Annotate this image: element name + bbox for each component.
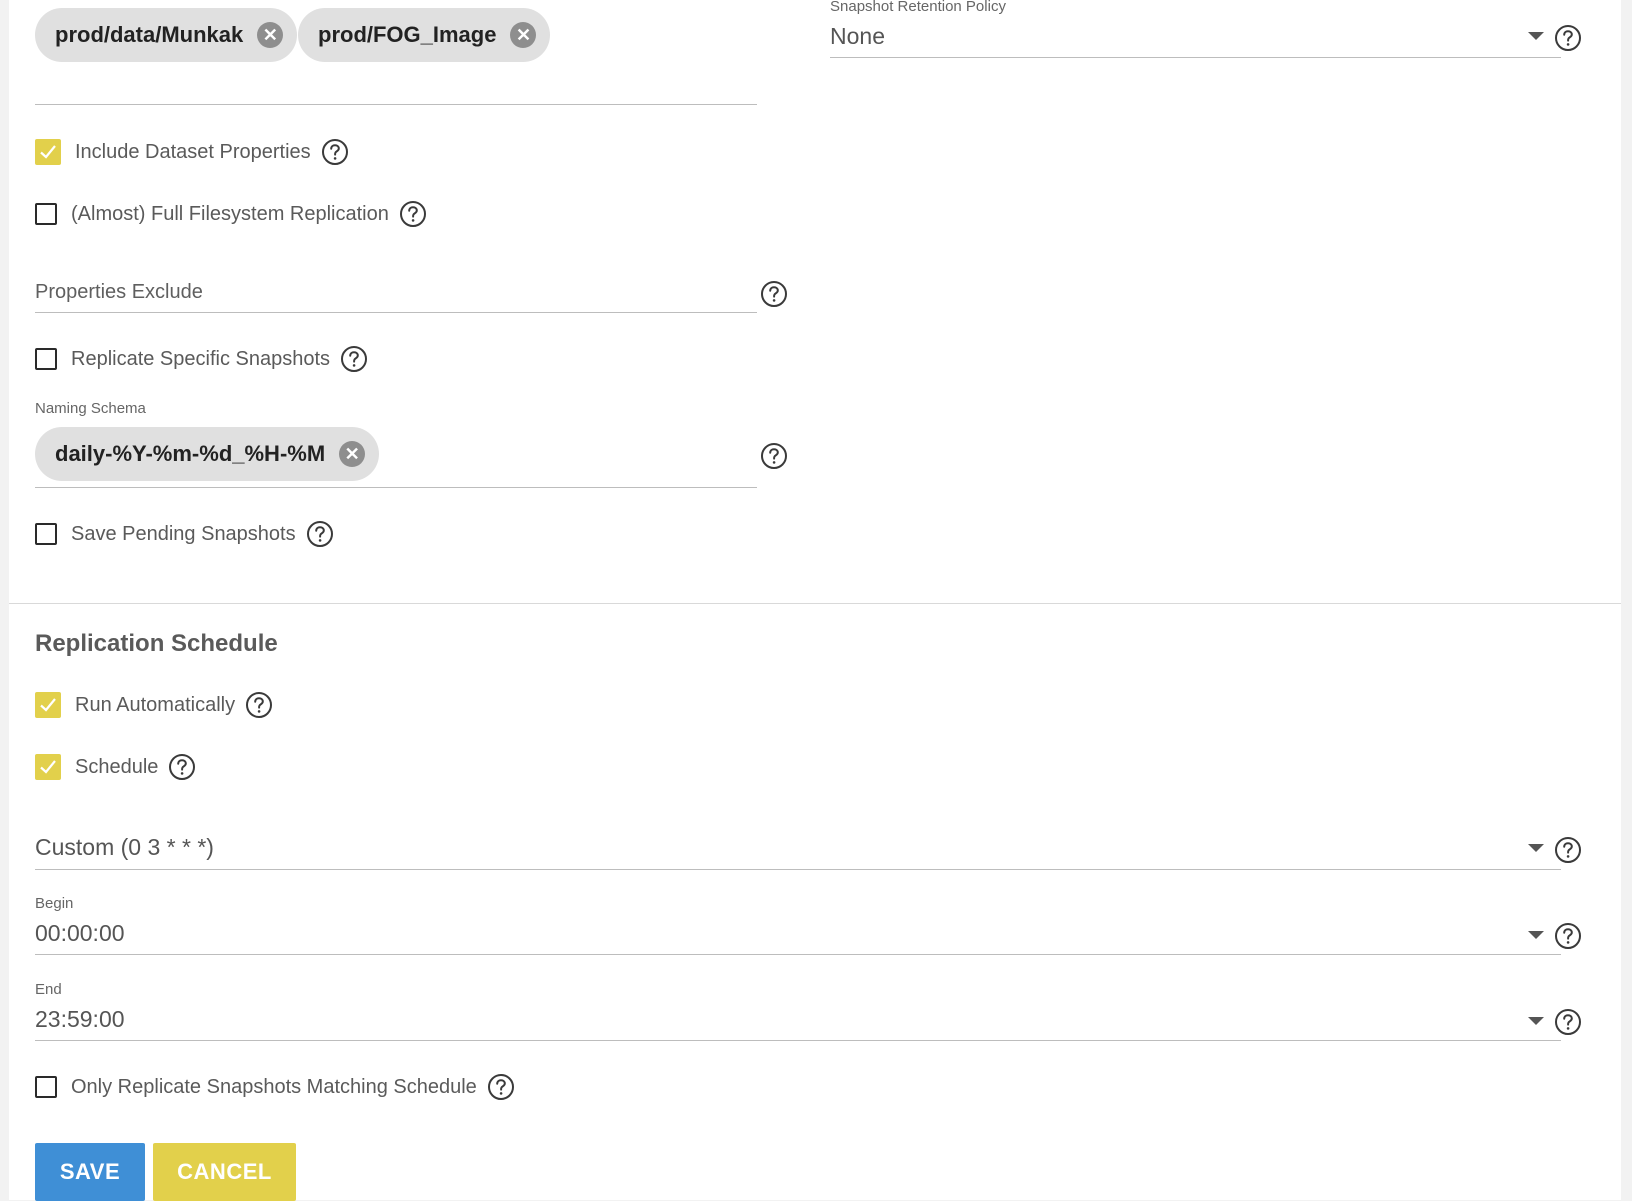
help-circle-icon[interactable] (1554, 836, 1582, 864)
naming-schema-chip-label: daily-%Y-%m-%d_%H-%M (55, 441, 326, 466)
check-icon (40, 145, 56, 159)
begin-time-select[interactable]: 00:00:00 (35, 920, 125, 947)
help-circle-icon[interactable] (760, 442, 788, 470)
schedule-row: Schedule (35, 751, 196, 783)
cancel-button[interactable]: CANCEL (153, 1143, 296, 1201)
end-time-select[interactable]: 23:59:00 (35, 1006, 125, 1033)
replication-form: prod/data/Munkak ✕ prod/FOG_Image ✕ Snap… (9, 0, 1621, 1201)
remove-chip-icon[interactable]: ✕ (339, 441, 366, 467)
source-datasets-underline (35, 104, 757, 105)
run-automatically-label: Run Automatically (75, 693, 236, 716)
caret-down-icon[interactable] (1528, 1017, 1544, 1025)
end-label: End (35, 981, 62, 998)
retention-policy-select[interactable]: None (830, 23, 885, 50)
caret-down-icon[interactable] (1528, 931, 1544, 939)
help-circle-icon[interactable] (340, 345, 368, 373)
help-circle-icon[interactable] (399, 200, 427, 228)
naming-schema-underline (35, 487, 757, 488)
naming-schema-label: Naming Schema (35, 400, 146, 417)
check-icon (40, 760, 56, 774)
run-automatically-row: Run Automatically (35, 689, 273, 721)
retention-policy-underline (830, 57, 1561, 58)
help-circle-icon[interactable] (168, 753, 196, 781)
only-replicate-matching-checkbox[interactable] (35, 1076, 57, 1098)
include-dataset-properties-row: Include Dataset Properties (35, 136, 349, 168)
dataset-chip: prod/FOG_Image ✕ (298, 8, 551, 62)
full-filesystem-replication-row: (Almost) Full Filesystem Replication (35, 198, 427, 230)
help-circle-icon[interactable] (1554, 922, 1582, 950)
help-circle-icon[interactable] (245, 691, 273, 719)
help-circle-icon[interactable] (321, 138, 349, 166)
remove-chip-icon[interactable]: ✕ (510, 22, 537, 48)
only-matching-row: Only Replicate Snapshots Matching Schedu… (35, 1071, 515, 1103)
save-button[interactable]: SAVE (35, 1143, 145, 1201)
schedule-preset-underline (35, 869, 1561, 870)
dataset-chip-label: prod/FOG_Image (318, 22, 497, 47)
schedule-checkbox[interactable] (35, 754, 61, 780)
properties-exclude-input[interactable]: Properties Exclude (35, 281, 203, 304)
end-underline (35, 1040, 1561, 1041)
begin-label: Begin (35, 895, 74, 912)
full-filesystem-replication-checkbox[interactable] (35, 203, 57, 225)
help-circle-icon[interactable] (306, 520, 334, 548)
include-dataset-properties-label: Include Dataset Properties (75, 140, 311, 163)
help-circle-icon[interactable] (487, 1073, 515, 1101)
save-pending-snapshots-checkbox[interactable] (35, 523, 57, 545)
save-pending-snapshots-label: Save Pending Snapshots (71, 522, 296, 545)
remove-chip-icon[interactable]: ✕ (257, 22, 284, 48)
include-dataset-properties-checkbox[interactable] (35, 139, 61, 165)
save-pending-snapshots-row: Save Pending Snapshots (35, 518, 334, 550)
replicate-specific-snapshots-row: Replicate Specific Snapshots (35, 343, 368, 375)
only-replicate-matching-label: Only Replicate Snapshots Matching Schedu… (71, 1075, 477, 1098)
begin-underline (35, 954, 1561, 955)
schedule-label: Schedule (75, 755, 159, 778)
replicate-specific-snapshots-checkbox[interactable] (35, 348, 57, 370)
replicate-specific-snapshots-label: Replicate Specific Snapshots (71, 347, 331, 370)
section-divider (9, 603, 1621, 604)
check-icon (40, 698, 56, 712)
full-filesystem-replication-label: (Almost) Full Filesystem Replication (71, 202, 389, 225)
help-circle-icon[interactable] (1554, 1008, 1582, 1036)
properties-exclude-underline (35, 312, 757, 313)
help-circle-icon[interactable] (1554, 24, 1582, 52)
retention-policy-label: Snapshot Retention Policy (830, 0, 1006, 15)
naming-schema-chip: daily-%Y-%m-%d_%H-%M ✕ (35, 427, 380, 481)
dataset-chip: prod/data/Munkak ✕ (35, 8, 298, 62)
schedule-preset-select[interactable]: Custom (0 3 * * *) (35, 834, 214, 861)
dataset-chip-label: prod/data/Munkak (55, 22, 244, 47)
help-circle-icon[interactable] (760, 280, 788, 308)
run-automatically-checkbox[interactable] (35, 692, 61, 718)
caret-down-icon[interactable] (1528, 32, 1544, 40)
replication-schedule-title: Replication Schedule (35, 630, 278, 657)
caret-down-icon[interactable] (1528, 844, 1544, 852)
